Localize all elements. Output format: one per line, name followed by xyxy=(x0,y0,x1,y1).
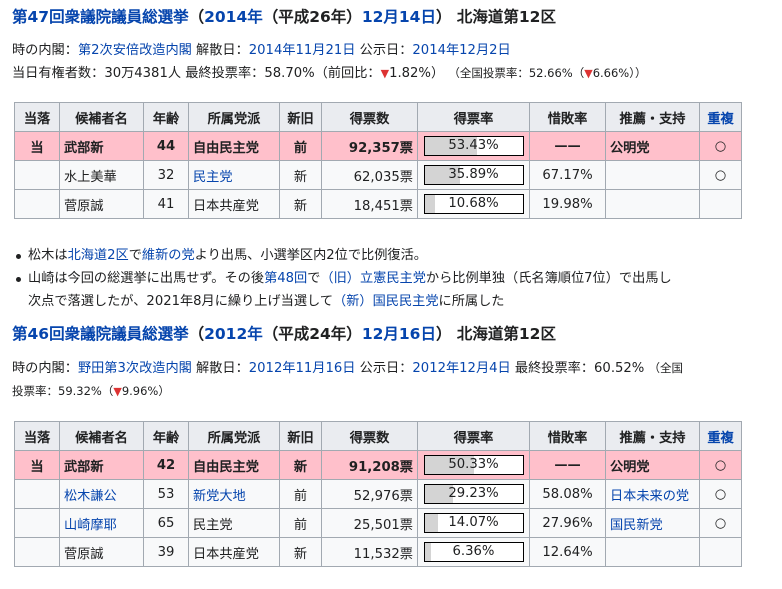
table-row: 松木謙公 53 新党大地 前 52,976票 29.23% 58.08% 日本未… xyxy=(14,479,742,509)
vote-share-bar: 53.43% xyxy=(423,136,524,156)
election-47-link[interactable]: 第47回衆議院議員総選挙 xyxy=(12,8,189,26)
heading-46th-election: 第46回衆議院議員総選挙（2012年（平成24年）12月16日） 北海道第12区 xyxy=(12,325,556,343)
election-48-link[interactable]: 第48回 xyxy=(264,271,307,286)
notice-date-link[interactable]: 2012年12月4日 xyxy=(412,361,510,376)
table-row: 菅原誠 39 日本共産党 新 11,532票 6.36% 12.64% xyxy=(14,537,742,567)
year-2012-link[interactable]: 2012年 xyxy=(204,325,263,343)
table-row: 当 武部新 42 自由民主党 新 91,208票 50.33% —— 公明党 ○ xyxy=(14,450,742,480)
election-47-notes: 松木は北海道2区で維新の党より出馬、小選挙区内2位で比例復活。 山崎は今回の総選… xyxy=(12,244,780,313)
table-row: 当 武部新 44 自由民主党 前 92,357票 53.43% —— 公明党 ○ xyxy=(14,131,742,161)
down-arrow-icon: ▼ xyxy=(380,67,390,80)
dpfp-new-link[interactable]: （新）国民民主党 xyxy=(333,294,439,309)
party-link-shinto-daichi[interactable]: 新党大地 xyxy=(193,489,246,504)
vote-share-bar: 10.68% xyxy=(423,194,524,214)
election-46-info: 時の内閣：野田第3次改造内閣 解散日：2012年11月16日 公示日：2012年… xyxy=(12,361,684,376)
table-header-row: 当落 候補者名 年齢 所属党派 新旧 得票数 得票率 惜敗率 推薦・支持 重複 xyxy=(14,102,742,132)
heading-47th-election: 第47回衆議院議員総選挙（2014年（平成26年）12月14日） 北海道第12区 xyxy=(12,8,556,26)
duplicate-candidacy-link[interactable]: 重複 xyxy=(707,112,733,127)
vote-share-bar: 29.23% xyxy=(423,484,524,504)
ishin-party-link[interactable]: 維新の党 xyxy=(142,248,195,263)
party-link-dpj[interactable]: 民主党 xyxy=(193,170,233,185)
list-item: 山崎は今回の総選挙に出馬せず。その後第48回で（旧）立憲民主党から比例単独（氏名… xyxy=(12,267,780,313)
cabinet-link[interactable]: 野田第3次改造内閣 xyxy=(78,361,192,376)
table-header-row: 当落 候補者名 年齢 所属党派 新旧 得票数 得票率 惜敗率 推薦・支持 重複 xyxy=(14,421,742,451)
election-47-info: 時の内閣：第2次安倍改造内閣 解散日：2014年11月21日 公示日：2014年… xyxy=(12,43,511,58)
date-1214-link[interactable]: 12月14日 xyxy=(362,8,436,26)
list-item: 松木は北海道2区で維新の党より出馬、小選挙区内2位で比例復活。 xyxy=(12,244,780,267)
down-arrow-icon: ▼ xyxy=(584,67,593,80)
results-table-47: 当落 候補者名 年齢 所属党派 新旧 得票数 得票率 惜敗率 推薦・支持 重複 … xyxy=(14,102,742,219)
dissolution-date-link[interactable]: 2014年11月21日 xyxy=(249,43,356,58)
vote-share-bar: 50.33% xyxy=(423,455,524,475)
notice-date-link[interactable]: 2014年12月2日 xyxy=(412,43,510,58)
dissolution-date-link[interactable]: 2012年11月16日 xyxy=(249,361,356,376)
table-row: 菅原誠 41 日本共産党 新 18,451票 10.68% 19.98% xyxy=(14,189,742,219)
support-link-kokumin-shinto[interactable]: 国民新党 xyxy=(610,518,663,533)
hokkaido-2nd-district-link[interactable]: 北海道2区 xyxy=(68,248,129,263)
vote-share-bar: 35.89% xyxy=(423,165,524,185)
support-link-mirai[interactable]: 日本未来の党 xyxy=(610,489,689,504)
year-2014-link[interactable]: 2014年 xyxy=(204,8,263,26)
down-arrow-icon: ▼ xyxy=(113,385,122,398)
table-row: 山崎摩耶 65 民主党 前 25,501票 14.07% 27.96% 国民新党… xyxy=(14,508,742,538)
district-title: 北海道第12区 xyxy=(456,8,556,26)
election-46-national-turnout: 投票率：59.32%（▼9.96%） xyxy=(12,384,170,398)
candidate-link-yamazaki[interactable]: 山崎摩耶 xyxy=(64,518,117,533)
district-title: 北海道第12区 xyxy=(456,325,556,343)
results-table-46: 当落 候補者名 年齢 所属党派 新旧 得票数 得票率 惜敗率 推薦・支持 重複 … xyxy=(14,421,742,567)
vote-share-bar: 14.07% xyxy=(423,513,524,533)
duplicate-candidacy-link[interactable]: 重複 xyxy=(707,431,733,446)
date-1216-link[interactable]: 12月16日 xyxy=(362,325,436,343)
cabinet-link[interactable]: 第2次安倍改造内閣 xyxy=(78,43,192,58)
candidate-link-matsuki[interactable]: 松木謙公 xyxy=(64,489,117,504)
cdp-old-link[interactable]: （旧）立憲民主党 xyxy=(320,271,426,286)
election-47-turnout: 当日有権者数：30万4381人 最終投票率：58.70%（前回比：▼1.82%）… xyxy=(12,66,647,81)
vote-share-bar: 6.36% xyxy=(423,542,524,562)
election-46-link[interactable]: 第46回衆議院議員総選挙 xyxy=(12,325,189,343)
table-row: 水上美華 32 民主党 新 62,035票 35.89% 67.17% ○ xyxy=(14,160,742,190)
